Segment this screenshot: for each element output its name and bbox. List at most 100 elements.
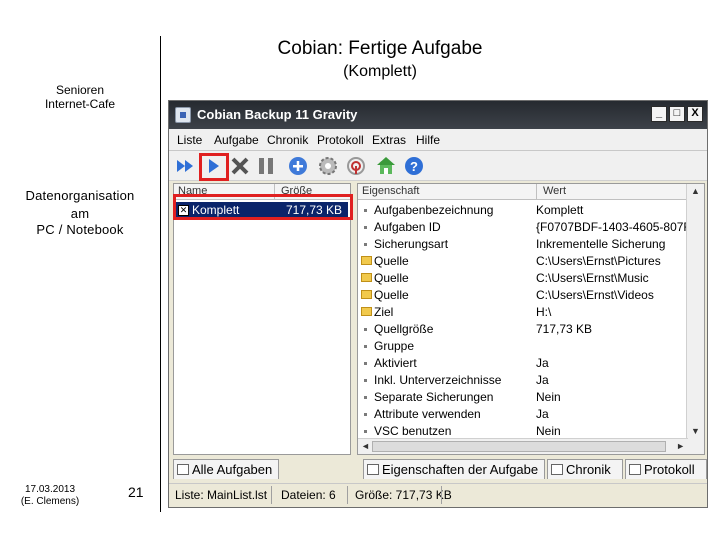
property-name: Aufgaben ID [374,220,441,234]
menu-aufgabe[interactable]: Aufgabe [214,133,259,147]
property-name: Separate Sicherungen [374,390,494,404]
status-separator [441,486,442,504]
org-name-line1: Senioren [55,83,105,97]
slide-subtitle: (Komplett) [343,63,417,80]
add-task-icon[interactable] [287,155,309,177]
bullet-icon [364,362,367,365]
property-value: {F0707BDF-1403-4605-807F-3 [536,220,702,234]
app-window: Cobian Backup 11 Gravity _ □ X Liste Auf… [168,100,708,508]
properties-header-name[interactable]: Eigenschaft [358,184,536,200]
status-size: Größe: 717,73 KB [355,488,452,502]
property-name: Attribute verwenden [374,407,481,421]
help-icon[interactable]: ? [403,155,425,177]
log-icon [629,464,641,475]
bullet-icon [364,345,367,348]
bullet-icon [364,209,367,212]
settings-icon[interactable] [317,155,339,177]
menu-protokoll[interactable]: Protokoll [317,133,364,147]
subject-line1: Datenorganisation [25,188,135,203]
property-value: C:\Users\Ernst\Music [536,271,649,285]
task-row-highlight [173,194,353,220]
property-name: Quellgröße [374,322,434,336]
tab-protokoll[interactable]: Protokoll [625,459,707,479]
property-value: Nein [536,424,561,438]
slide-sidebar: Senioren Internet-Cafe Datenorganisation… [0,0,160,540]
window-title: Cobian Backup 11 Gravity [197,107,358,122]
window-titlebar[interactable]: Cobian Backup 11 Gravity _ □ X [169,101,707,129]
menu-liste[interactable]: Liste [177,133,202,147]
stop-icon[interactable] [229,155,251,177]
property-name: Quelle [374,288,409,302]
hscroll-thumb[interactable] [372,441,666,452]
minimize-button[interactable]: _ [651,106,667,122]
properties-hscroll[interactable]: ◄ ► [358,438,688,454]
slide: Senioren Internet-Cafe Datenorganisation… [0,0,720,540]
org-name-line2: Internet-Cafe [44,97,116,111]
property-row[interactable]: Ziel H:\ [358,304,684,321]
property-row[interactable]: Aufgaben ID {F0707BDF-1403-4605-807F-3 [358,219,701,236]
pause-icon[interactable] [255,155,277,177]
menu-hilfe[interactable]: Hilfe [416,133,440,147]
property-name: Aufgabenbezeichnung [374,203,494,217]
tab-eigenschaften[interactable]: Eigenschaften der Aufgabe [363,459,545,479]
property-row[interactable]: Quelle C:\Users\Ernst\Pictures [358,253,684,270]
tab-bar: Alle Aufgaben Eigenschaften der Aufgabe … [169,457,707,479]
maximize-button[interactable]: □ [669,106,685,122]
properties-icon [367,464,379,475]
property-value: Nein [536,390,561,404]
property-value: C:\Users\Ernst\Videos [536,288,654,302]
bullet-icon [364,243,367,246]
property-name: VSC benutzen [374,424,452,438]
property-name: Aktiviert [374,356,417,370]
property-row[interactable]: Quelle C:\Users\Ernst\Videos [358,287,684,304]
property-row[interactable]: Attribute verwenden Ja [358,406,684,423]
menu-extras[interactable]: Extras [372,133,406,147]
task-list-pane: Name Größe ✕ Komplett 717,73 KB [173,183,351,455]
property-row[interactable]: Aktiviert Ja [358,355,684,372]
property-value: Inkrementelle Sicherung [536,237,666,251]
property-name: Sicherungsart [374,237,449,251]
divider-line [160,36,161,512]
folder-icon [361,256,372,265]
properties-header-value[interactable]: Wert [536,184,688,200]
property-value: Ja [536,373,549,387]
subject-line3: PC / Notebook [36,222,124,237]
folder-icon [361,273,372,282]
slide-date: 17.03.2013 [24,484,76,495]
subject-line2: am [70,206,90,221]
property-row[interactable]: Aufgabenbezeichnung Komplett [358,202,684,219]
bullet-icon [364,379,367,382]
property-name: Inkl. Unterverzeichnisse [374,373,502,387]
property-row[interactable]: Sicherungsart Inkrementelle Sicherung [358,236,684,253]
app-icon [175,107,191,123]
status-bar: Liste: MainList.lst Dateien: 6 Größe: 71… [169,483,707,505]
property-name: Gruppe [374,339,415,353]
property-value: H:\ [536,305,552,319]
bullet-icon [364,226,367,229]
tab-chronik[interactable]: Chronik [547,459,623,479]
property-row[interactable]: Separate Sicherungen Nein [358,389,684,406]
run-all-icon[interactable] [175,155,197,177]
folder-icon [361,307,372,316]
property-value: Ja [536,356,549,370]
slide-author: (E. Clemens) [20,496,80,507]
status-files: Dateien: 6 [281,488,336,502]
properties-vscroll[interactable]: ▲ ▼ [686,184,704,454]
property-row[interactable]: Quellgröße 717,73 KB [358,321,684,338]
property-row[interactable]: Quelle C:\Users\Ernst\Music [358,270,684,287]
wireless-icon[interactable] [345,155,367,177]
property-row[interactable]: Gruppe [358,338,684,355]
property-row[interactable]: Inkl. Unterverzeichnisse Ja [358,372,684,389]
property-name: Quelle [374,254,409,268]
toolbar: ? [169,151,707,181]
folder-icon [361,290,372,299]
history-icon [551,464,563,475]
bullet-icon [364,396,367,399]
tab-alle-aufgaben[interactable]: Alle Aufgaben [173,459,279,479]
status-separator [271,486,272,504]
close-button[interactable]: X [687,106,703,122]
property-name: Ziel [374,305,394,319]
home-icon[interactable] [375,155,397,177]
menu-chronik[interactable]: Chronik [267,133,308,147]
svg-text:?: ? [410,159,418,174]
